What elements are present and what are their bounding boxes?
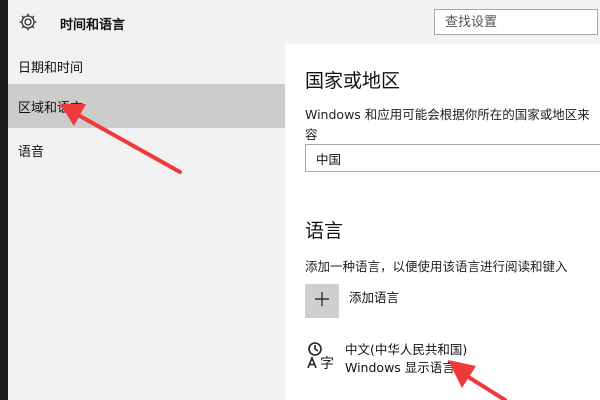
language-name[interactable]: 中文(中华人民共和国) — [345, 339, 467, 358]
svg-text:字: 字 — [320, 356, 334, 372]
country-value: 中国 — [316, 151, 342, 167]
window-edge — [0, 0, 8, 400]
search-input[interactable] — [434, 9, 598, 35]
country-select[interactable]: 中国 — [305, 144, 600, 172]
main-content: 国家或地区 Windows 和应用可能会根据你所在的国家或地区来 容 中国 语言… — [285, 44, 600, 400]
add-language-label[interactable]: 添加语言 — [349, 287, 399, 306]
sidebar-item-label: 区域和语言 — [18, 100, 84, 116]
language-description: 添加一种语言，以便使用该语言进行阅读和键入 — [305, 259, 568, 274]
sidebar-item-label: 日期和时间 — [18, 60, 84, 76]
sidebar-item-date-time[interactable]: 日期和时间 — [8, 44, 285, 88]
add-language-button[interactable] — [305, 284, 339, 318]
plus-icon — [313, 290, 331, 312]
region-description: Windows 和应用可能会根据你所在的国家或地区来 — [305, 107, 590, 122]
settings-header: 时间和语言 — [8, 0, 600, 44]
sidebar-item-label: 语音 — [18, 144, 45, 160]
sidebar-item-speech[interactable]: 语音 — [8, 128, 285, 172]
page-title: 时间和语言 — [60, 18, 126, 33]
language-icon: 字 — [305, 340, 337, 372]
language-heading: 语言 — [305, 220, 344, 242]
gear-icon[interactable] — [18, 12, 38, 32]
region-description-wrap: 容 — [305, 127, 318, 142]
language-subtitle: Windows 显示语言 — [345, 360, 455, 375]
sidebar-item-region-language[interactable]: 区域和语言 — [8, 84, 285, 128]
region-heading: 国家或地区 — [305, 70, 401, 92]
sidebar: 日期和时间 区域和语言 语音 — [8, 44, 285, 400]
